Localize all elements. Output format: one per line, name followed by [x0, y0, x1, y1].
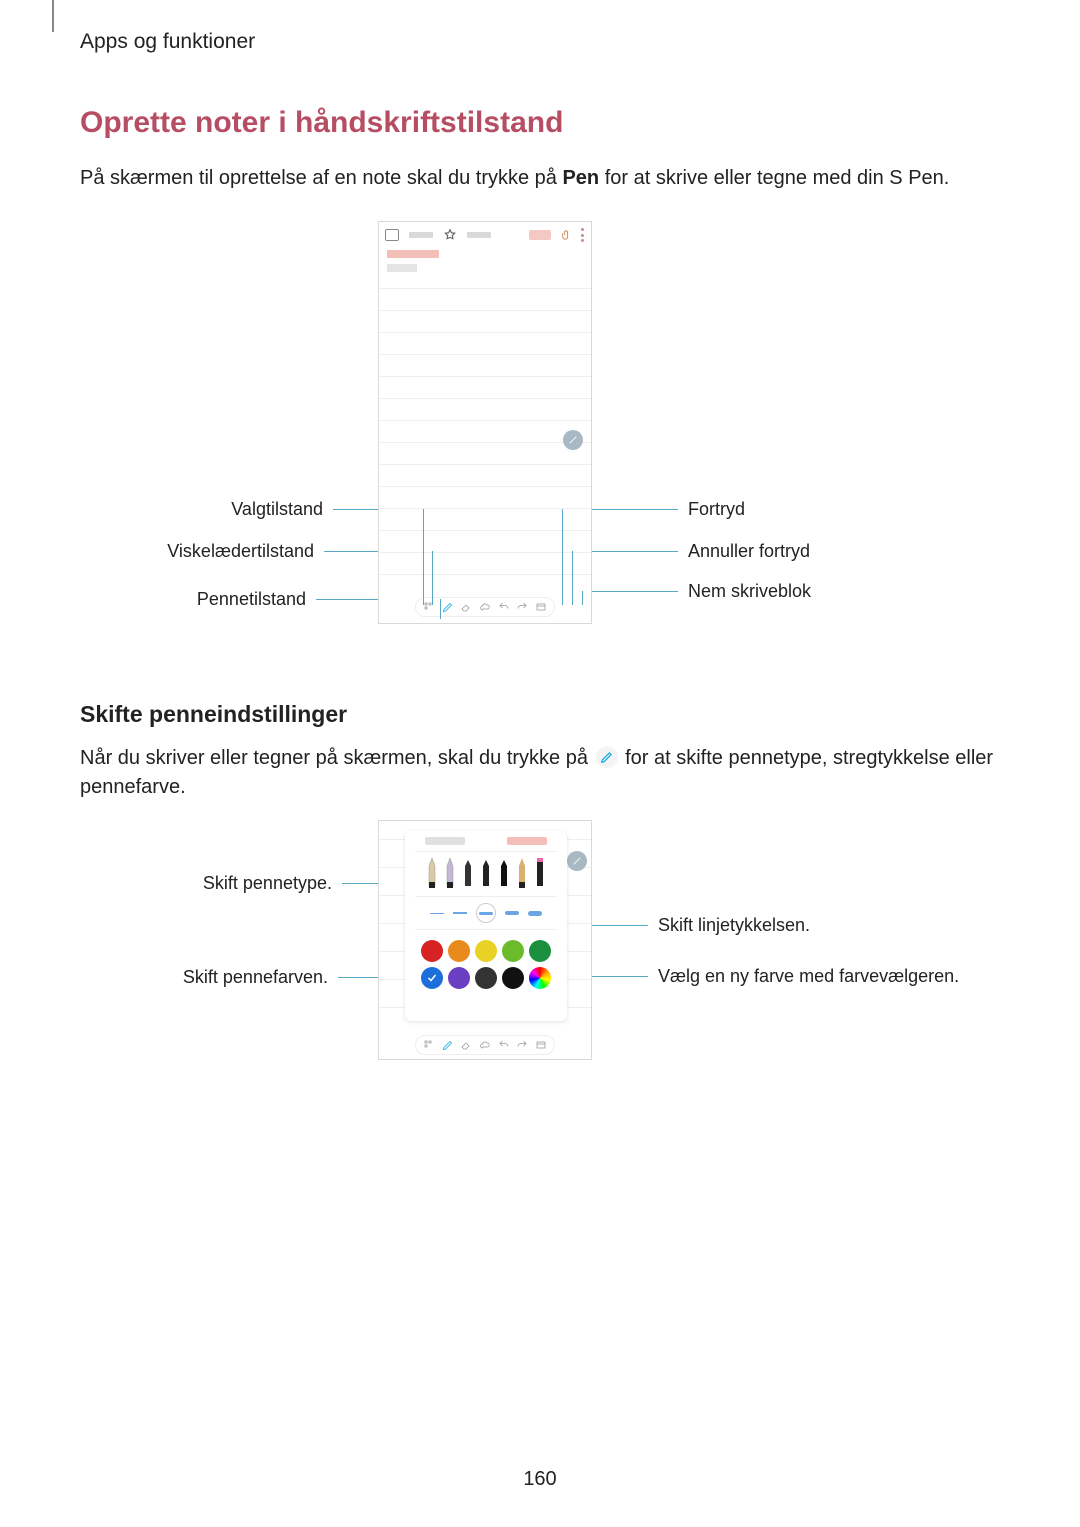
pen-color-row [405, 934, 567, 989]
easypad-icon [534, 1038, 548, 1052]
thickness-option [505, 911, 519, 915]
voice-fab [563, 430, 583, 450]
pen-type [515, 856, 529, 890]
color-picker-swatch [529, 967, 551, 989]
connector-line [440, 599, 441, 619]
color-swatch [529, 940, 551, 962]
color-swatch [502, 940, 524, 962]
toolbar-placeholder [409, 232, 433, 238]
intro-bold: Pen [562, 167, 599, 189]
connector-line [572, 551, 573, 605]
connector-line [432, 551, 433, 605]
figure-1: Valgtilstand Viskelædertilstand Pennetil… [80, 221, 1024, 661]
callout-fortryd: Fortryd [592, 499, 792, 520]
paragraph-2: Når du skriver eller tegner på skærmen, … [80, 744, 1024, 802]
panel-tabs [405, 837, 567, 845]
color-swatch [475, 967, 497, 989]
cloud-icon [478, 600, 492, 614]
pen-icon [441, 1038, 455, 1052]
app-screenshot-1 [378, 221, 592, 624]
callout-annullerfortryd: Annuller fortryd [592, 541, 852, 562]
redo-icon [515, 600, 529, 614]
figure-2: Skift pennetype. Skift pennefarven. Skif… [80, 820, 1024, 1090]
panel-tab-active [507, 837, 547, 845]
callout-farvevaelger: Vælg en ny farve med farvevælgeren. [592, 965, 922, 988]
toolbar-placeholder [467, 232, 491, 238]
intro-paragraph: På skærmen til oprettelse af en note ska… [80, 164, 1024, 193]
intro-after: for at skrive eller tegne med din S Pen. [599, 167, 949, 189]
connector-line [423, 509, 424, 605]
running-header: Apps og funktioner [80, 30, 1024, 54]
thickness-option-selected [476, 903, 496, 923]
heading-h2: Oprette noter i håndskriftstilstand [80, 106, 1024, 140]
color-swatch [475, 940, 497, 962]
pen-type [425, 856, 439, 890]
more-icon [581, 228, 585, 242]
color-swatch [421, 940, 443, 962]
bottom-toolbar [415, 597, 555, 617]
pen-settings-panel [405, 831, 567, 1021]
document-page: Apps og funktioner Oprette noter i hånds… [52, 0, 1052, 1527]
top-toolbar [379, 222, 591, 248]
callout-skift-pennetype: Skift pennetype. [80, 873, 378, 894]
callout-viskelaeder: Viskelædertilstand [80, 541, 378, 562]
undo-icon [497, 1038, 511, 1052]
undo-icon [497, 600, 511, 614]
color-swatch [448, 940, 470, 962]
color-swatch [448, 967, 470, 989]
note-title-placeholder [387, 250, 439, 258]
para2-before: Når du skriver eller tegner på skærmen, … [80, 747, 594, 769]
voice-fab [567, 851, 587, 871]
thickness-option [430, 913, 444, 914]
eraser-icon [459, 600, 473, 614]
save-chip [529, 230, 551, 240]
cloud-icon [478, 1038, 492, 1052]
pen-type [443, 856, 457, 890]
heading-h3: Skifte penneindstillinger [80, 701, 1024, 728]
pen-icon [596, 746, 618, 768]
page-number: 160 [0, 1468, 1080, 1491]
thickness-option [453, 912, 467, 914]
paperclip-icon [561, 228, 571, 242]
connector-line [562, 509, 563, 605]
callout-valgtilstand: Valgtilstand [80, 499, 378, 520]
pen-icon [441, 600, 455, 614]
callout-skift-linjetykkelse: Skift linjetykkelsen. [592, 915, 892, 936]
select-icon [422, 1038, 436, 1052]
note-title-area [387, 250, 439, 272]
pen-type [533, 856, 547, 890]
pen-thickness-row [405, 903, 567, 923]
color-swatch-selected [421, 967, 443, 989]
color-swatch [502, 967, 524, 989]
pen-type [479, 856, 493, 890]
bottom-toolbar [415, 1035, 555, 1055]
callout-nemskriveblok: Nem skriveblok [592, 581, 852, 602]
pen-type [497, 856, 511, 890]
redo-icon [515, 1038, 529, 1052]
ruled-canvas [379, 278, 591, 593]
note-date-placeholder [387, 264, 417, 272]
easypad-icon [534, 600, 548, 614]
panel-tab [425, 837, 465, 845]
pen-type-row [405, 856, 567, 890]
connector-line [582, 591, 583, 605]
pen-type [461, 856, 475, 890]
callout-pennetilstand: Pennetilstand [80, 589, 378, 610]
keyboard-icon [385, 229, 399, 241]
eraser-icon [459, 1038, 473, 1052]
intro-before: På skærmen til oprettelse af en note ska… [80, 167, 562, 189]
select-icon [422, 600, 436, 614]
thickness-option [528, 911, 542, 916]
callout-skift-pennefarve: Skift pennefarven. [80, 967, 378, 988]
app-screenshot-2 [378, 820, 592, 1060]
star-icon [443, 228, 457, 242]
